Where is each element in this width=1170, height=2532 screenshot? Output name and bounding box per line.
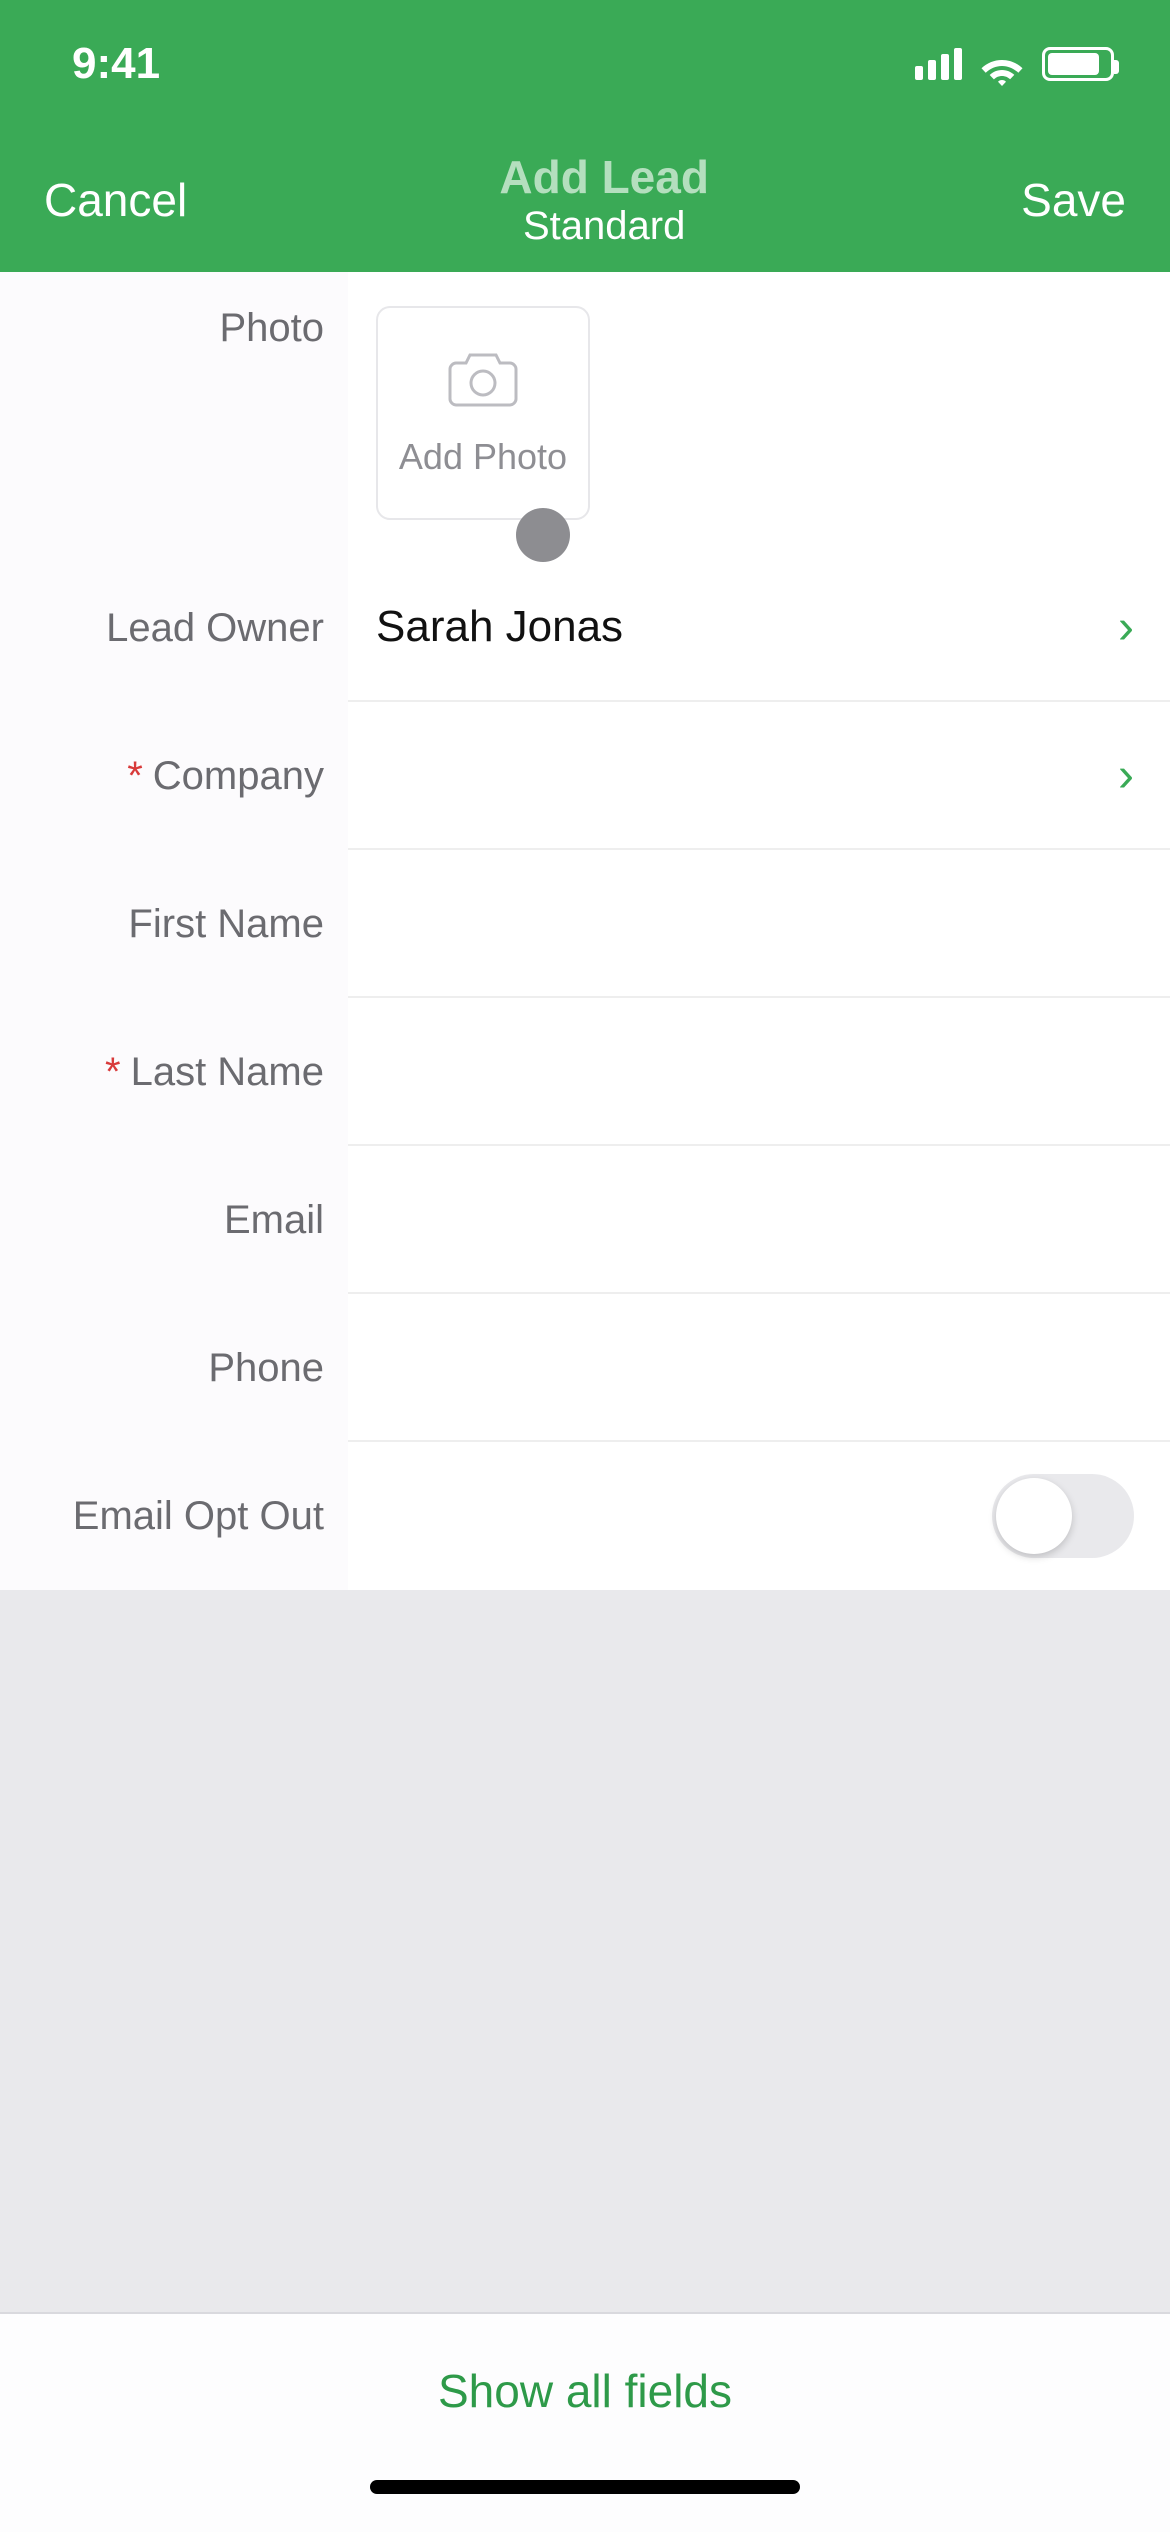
email-label: Email	[0, 1146, 348, 1294]
lead-owner-label: Lead Owner	[0, 554, 348, 702]
last-name-label: * Last Name	[0, 998, 348, 1146]
camera-icon	[446, 349, 520, 414]
save-button[interactable]: Save	[1021, 173, 1126, 227]
cellular-icon	[915, 48, 962, 80]
home-indicator[interactable]	[370, 2480, 800, 2494]
photo-label: Photo	[0, 272, 348, 554]
photo-value: Add Photo	[348, 272, 1170, 554]
show-all-fields-button[interactable]: Show all fields	[438, 2364, 732, 2418]
first-name-row[interactable]: First Name	[0, 850, 1170, 998]
add-photo-button[interactable]: Add Photo	[376, 306, 590, 520]
cancel-button[interactable]: Cancel	[44, 173, 187, 227]
page-title: Add Lead	[499, 151, 709, 204]
footer: Show all fields	[0, 2312, 1170, 2468]
last-name-row[interactable]: * Last Name	[0, 998, 1170, 1146]
first-name-label: First Name	[0, 850, 348, 998]
nav-bar: Cancel Add Lead Standard Save	[0, 128, 1170, 272]
email-opt-out-toggle[interactable]	[992, 1474, 1134, 1558]
photo-row: Photo Add Photo	[0, 272, 1170, 554]
email-row[interactable]: Email	[0, 1146, 1170, 1294]
status-bar: 9:41	[0, 0, 1170, 128]
add-photo-label: Add Photo	[399, 436, 567, 478]
battery-icon	[1042, 47, 1114, 81]
owner-avatar-icon	[516, 508, 570, 562]
wifi-icon	[980, 47, 1024, 81]
phone-row[interactable]: Phone	[0, 1294, 1170, 1442]
email-opt-out-label: Email Opt Out	[0, 1442, 348, 1590]
form: Photo Add Photo Lead Owner Sarah Jonas ›	[0, 272, 1170, 1590]
content-spacer	[0, 1590, 1170, 2312]
status-right	[915, 47, 1114, 81]
company-label: * Company	[0, 702, 348, 850]
nav-title-group: Add Lead Standard	[499, 151, 709, 250]
home-indicator-area	[0, 2468, 1170, 2532]
chevron-right-icon: ›	[1118, 600, 1134, 655]
screen: 9:41 Cancel Add Lead Standard Save Photo	[0, 0, 1170, 2532]
chevron-right-icon: ›	[1118, 748, 1134, 803]
page-subtitle: Standard	[523, 203, 685, 249]
company-row[interactable]: * Company ›	[0, 702, 1170, 850]
required-mark: *	[127, 754, 143, 799]
lead-owner-row[interactable]: Lead Owner Sarah Jonas ›	[0, 554, 1170, 702]
phone-label: Phone	[0, 1294, 348, 1442]
email-opt-out-row: Email Opt Out	[0, 1442, 1170, 1590]
lead-owner-value: Sarah Jonas	[376, 602, 623, 652]
required-mark: *	[105, 1050, 121, 1095]
status-time: 9:41	[72, 39, 160, 89]
